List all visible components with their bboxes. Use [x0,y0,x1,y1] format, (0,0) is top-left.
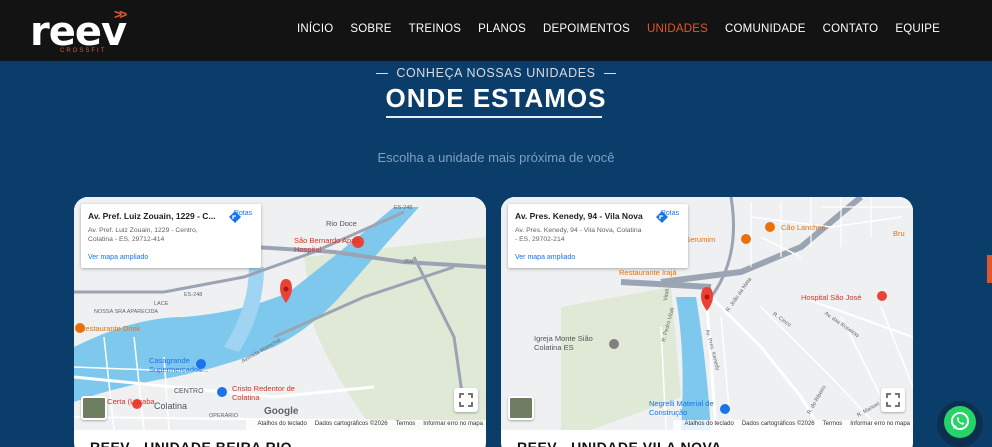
map-label-igreja: Igreja Monte Sião Colatina ES [534,334,593,352]
map-label-centro: CENTRO [174,388,204,395]
map-info-box: Av. Pref. Luiz Zouain, 1229 - C... Av. P… [81,204,261,268]
map-label-es248-left: ES-248 [184,292,203,298]
map-label-colatina: Colatina [154,401,188,411]
map-label-cao-lanches: Cão Lanches [781,223,826,232]
logo[interactable]: reev >> CROSSFIT [30,6,145,56]
embedded-map[interactable]: Rio Doce ES-248 ES-248 259 São Bernardo … [74,197,486,430]
section-title: ONDE ESTAMOS [385,83,607,113]
side-tab[interactable] [987,255,992,283]
whatsapp-button[interactable] [937,401,983,447]
eyebrow-dash-right [603,73,616,75]
nav-unidades[interactable]: UNIDADES [647,23,708,35]
unit-title: REEV - UNIDADE VILA NOVA [517,439,722,447]
fullscreen-icon [886,393,900,407]
map-info-box: Av. Pres. Kenedy, 94 - Vila Nova Av. Pre… [508,204,688,268]
nav-contato[interactable]: CONTATO [823,23,879,35]
whatsapp-circle [944,406,976,438]
unit-title: REEV - UNIDADE BEIRA RIO [90,439,293,447]
map-label-bru: Bru [893,229,905,238]
unit-card-vila-nova: do Gerumim Cão Lanches Restaurante Irajá… [501,197,913,447]
map-label-negrelli: Negrelli Material de Construção [649,399,714,417]
route-icon [229,211,241,223]
map-place-address: Av. Pres. Kenedy, 94 - Vila Nova, Colati… [515,227,642,243]
map-data-text: Dados cartográficos ©2026 [741,421,815,427]
nav-treinos[interactable]: TREINOS [409,23,462,35]
site-header: reev >> CROSSFIT INÍCIO SOBRE TREINOS PL… [0,0,992,61]
map-label-hospital: São Bernardo Apart Hospital [294,236,360,254]
map-label-casagrande: Casagrande Supermercados... [149,356,209,374]
nav-sobre[interactable]: SOBRE [350,23,391,35]
keyboard-shortcuts-link[interactable]: Atalhos do teclado [684,421,733,427]
fullscreen-button[interactable] [454,388,478,412]
map-data-text: Dados cartográficos ©2026 [314,421,388,427]
nav-equipe[interactable]: EQUIPE [895,23,940,35]
nav-depoimentos[interactable]: DEPOIMENTOS [543,23,630,35]
fullscreen-icon [459,393,473,407]
map-place-name: Av. Pres. Kenedy, 94 - Vila Nova [515,211,643,221]
map-label-restaurant: Restaurante Drink [80,324,141,333]
terms-link[interactable]: Termos [396,421,416,427]
main-nav: INÍCIO SOBRE TREINOS PLANOS DEPOIMENTOS … [297,23,940,35]
logo-chevron-icon: >> [114,6,127,22]
map-label-es248-top: ES-248 [394,205,413,211]
section-subtitle: Escolha a unidade mais próxima de você [377,150,615,165]
map-label-cristo: Cristo Redentor de Colatina [232,384,295,402]
embedded-map[interactable]: do Gerumim Cão Lanches Restaurante Irajá… [501,197,913,430]
map-label-nossa-senhora: NOSSA SRA APARECIDA [94,309,159,315]
report-error-link[interactable]: Informar erro no mapa [423,421,483,427]
report-error-link[interactable]: Informar erro no mapa [850,421,910,427]
map-view-larger-link[interactable]: Ver mapa ampliado [515,254,575,261]
directions-button[interactable]: Rotas [655,210,685,223]
map-place-name: Av. Pref. Luiz Zouain, 1229 - C... [88,211,216,221]
eyebrow-dash-left [376,73,389,75]
satellite-thumbnail[interactable] [508,396,534,420]
fullscreen-button[interactable] [881,388,905,412]
map-label-hospital: Hospital São José [801,293,862,302]
route-icon [656,211,668,223]
unit-card-beira-rio: Rio Doce ES-248 ES-248 259 São Bernardo … [74,197,486,447]
map-label-259: 259 [404,259,414,265]
whatsapp-icon [951,412,969,430]
map-attribution: Atalhos do teclado Dados cartográficos ©2… [673,420,913,430]
map-attribution: Atalhos do teclado Dados cartográficos ©2… [246,420,486,430]
directions-button[interactable]: Rotas [228,210,258,223]
logo-subtitle: CROSSFIT [60,48,107,54]
nav-planos[interactable]: PLANOS [478,23,526,35]
map-label-iraja: Restaurante Irajá [619,268,677,277]
terms-link[interactable]: Termos [823,421,843,427]
nav-comunidade[interactable]: COMUNIDADE [725,23,806,35]
section-eyebrow: CONHEÇA NOSSAS UNIDADES [0,66,992,80]
map-place-address: Av. Pref. Luiz Zouain, 1229 - Centro, Co… [88,227,198,243]
title-underline [386,116,602,118]
map-label-rio-doce: Rio Doce [326,219,357,228]
nav-inicio[interactable]: INÍCIO [297,23,333,35]
logo-wordmark: reev [30,9,127,55]
keyboard-shortcuts-link[interactable]: Atalhos do teclado [257,421,306,427]
satellite-thumbnail[interactable] [81,396,107,420]
google-logo: Google [264,406,299,417]
map-label-operario: OPERÁRIO [209,413,239,419]
eyebrow-text: CONHEÇA NOSSAS UNIDADES [396,66,596,80]
map-view-larger-link[interactable]: Ver mapa ampliado [88,254,148,261]
map-label-lace: LACE [154,301,169,307]
